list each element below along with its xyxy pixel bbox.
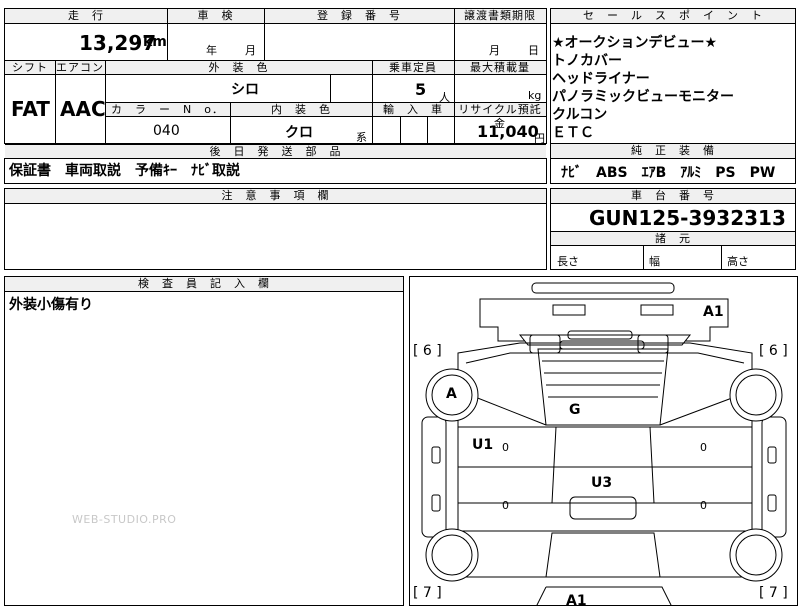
watermark: WEB-STUDIO.PRO	[72, 513, 177, 526]
shift-header: シフト	[5, 60, 55, 75]
mileage-unit: km	[143, 34, 167, 50]
transfer-day-unit: 日	[528, 44, 539, 57]
interior-color-suffix: 系	[356, 131, 367, 144]
genuine-equipment-value: ﾅﾋﾞ ABS ｴｱB ｱﾙﾐ PS PW	[561, 165, 776, 181]
mark-zero: 0	[502, 499, 509, 512]
dims-width: 幅	[649, 255, 660, 268]
transfer-month-unit: 月	[489, 44, 500, 57]
max-load-unit: kg	[528, 89, 542, 102]
genuine-equipment-header: 純 正 装 備	[551, 144, 795, 159]
damage-label-u1: U1	[472, 437, 494, 453]
sales-point-item: ヘッドライナー	[552, 71, 650, 87]
capacity-value: 5	[415, 80, 427, 99]
sales-point-item: ＥＴＣ	[552, 125, 594, 141]
label-right-6: [ 6 ]	[759, 343, 788, 359]
inspection-header: 車 検	[167, 9, 264, 24]
inspector-box: 検 査 員 記 入 欄 外装小傷有り	[4, 276, 404, 606]
chassis-header: 車 台 番 号	[551, 189, 795, 204]
capacity-unit: 人	[439, 91, 450, 104]
exterior-color-header: 外 装 色	[105, 60, 372, 75]
chassis-box: 車 台 番 号 GUN125-3932313 諸 元 長さ 幅 高さ	[550, 188, 796, 270]
inspection-year-unit: 年	[206, 44, 217, 57]
sales-point-item: クルコン	[552, 107, 608, 123]
inspector-header: 検 査 員 記 入 欄	[5, 277, 403, 292]
aircon-header: エアコン	[55, 60, 105, 75]
top-form: 走 行 車 検 登 録 番 号 譲渡書類期限 シフト エアコン 外 装 色 乗車…	[4, 8, 547, 159]
transfer-header: 譲渡書類期限	[454, 9, 546, 24]
registration-header: 登 録 番 号	[264, 9, 454, 24]
sales-point-item: パノラミックビューモニター	[552, 89, 734, 105]
mark-zero: 0	[700, 499, 707, 512]
sales-point-item: トノカバー	[552, 53, 622, 69]
mark-zero: 0	[700, 441, 707, 454]
aircon-value: AAC	[60, 97, 106, 121]
later-parts-value: 保証書 車両取説 予備ｷｰ ﾅﾋﾞ取説	[9, 163, 240, 179]
sales-points-box: セ ー ル ス ポ イ ン ト ★オークションデビュー★ トノカバー ヘッドライ…	[550, 8, 796, 144]
damage-label-g: G	[569, 402, 581, 418]
mark-zero: 0	[502, 441, 509, 454]
damage-label-u3: U3	[591, 475, 613, 491]
color-no-header: カ ラ ー N o．	[105, 102, 230, 117]
chassis-number: GUN125-3932313	[589, 206, 786, 230]
recycle-header: リサイクル預託金	[454, 102, 546, 130]
genuine-equipment-box: 純 正 装 備 ﾅﾋﾞ ABS ｴｱB ｱﾙﾐ PS PW	[550, 143, 796, 184]
inspector-value: 外装小傷有り	[9, 297, 93, 313]
later-parts-box: 保証書 車両取説 予備ｷｰ ﾅﾋﾞ取説	[4, 158, 547, 184]
capacity-header: 乗車定員	[372, 60, 454, 75]
shift-value: FAT	[11, 97, 50, 121]
notes-header: 注 意 事 項 欄	[5, 189, 546, 204]
dims-length: 長さ	[557, 255, 579, 268]
exterior-color-value: シロ	[231, 82, 259, 98]
later-parts-header: 後 日 発 送 部 品	[5, 144, 546, 159]
car-diagram-box: A1 [ 6 ] [ 6 ] A G U1 0 0 U3 0 0 [ 7 ] […	[409, 276, 798, 606]
recycle-value: 11,040	[477, 122, 539, 141]
label-left-6: [ 6 ]	[413, 343, 442, 359]
label-right-7: [ 7 ]	[759, 585, 788, 601]
label-left-7: [ 7 ]	[413, 585, 442, 601]
car-diagram	[421, 282, 787, 605]
dims-header: 諸 元	[551, 231, 795, 246]
recycle-unit: 円	[534, 132, 545, 145]
color-no-value: 040	[153, 123, 180, 139]
max-load-header: 最大積載量	[454, 60, 546, 75]
damage-label-a1-top: A1	[703, 304, 724, 320]
notes-box: 注 意 事 項 欄	[4, 188, 547, 270]
inspection-month-unit: 月	[245, 44, 256, 57]
damage-label-a: A	[446, 386, 457, 402]
interior-color-header: 内 装 色	[230, 102, 372, 117]
sales-point-item: ★オークションデビュー★	[552, 35, 718, 51]
mileage-header: 走 行	[5, 9, 167, 24]
dims-height: 高さ	[727, 255, 749, 268]
interior-color-value: クロ	[285, 125, 313, 141]
sales-points-header: セ ー ル ス ポ イ ン ト	[551, 9, 795, 24]
